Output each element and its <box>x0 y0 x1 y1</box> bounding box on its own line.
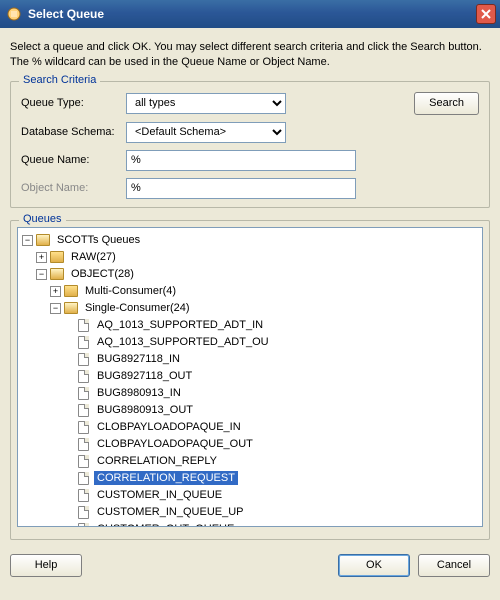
help-button[interactable]: Help <box>10 554 82 577</box>
window-title: Select Queue <box>28 7 476 21</box>
tree-node-single[interactable]: − Single-Consumer(24) <box>22 300 482 317</box>
expand-icon[interactable]: + <box>36 252 47 263</box>
app-icon <box>6 6 22 22</box>
queue-type-label: Queue Type: <box>21 97 126 109</box>
file-icon <box>78 370 89 383</box>
file-icon <box>78 336 89 349</box>
file-icon <box>78 319 89 332</box>
tree-node-label: OBJECT(28) <box>68 267 137 281</box>
tree-leaf-label: AQ_1013_SUPPORTED_ADT_IN <box>94 318 266 332</box>
file-icon <box>78 404 89 417</box>
tree-root[interactable]: − SCOTTs Queues <box>22 232 482 249</box>
close-icon <box>481 9 491 19</box>
tree-leaf[interactable]: CUSTOMER_IN_QUEUE <box>22 487 482 504</box>
queue-type-select[interactable]: all types <box>126 93 286 114</box>
instruction-text: Select a queue and click OK. You may sel… <box>10 40 490 71</box>
file-icon <box>78 506 89 519</box>
search-button[interactable]: Search <box>414 92 479 115</box>
tree-leaf-label: BUG8980913_IN <box>94 386 184 400</box>
file-icon <box>78 472 89 485</box>
folder-open-icon <box>64 302 78 314</box>
tree-leaf-label: CLOBPAYLOADOPAQUE_OUT <box>94 437 256 451</box>
collapse-icon[interactable]: − <box>50 303 61 314</box>
close-button[interactable] <box>476 4 496 24</box>
folder-icon <box>64 285 78 297</box>
tree-leaf-label: CORRELATION_REPLY <box>94 454 220 468</box>
tree-node-label: Single-Consumer(24) <box>82 301 193 315</box>
tree-leaf[interactable]: AQ_1013_SUPPORTED_ADT_OU <box>22 334 482 351</box>
tree-leaf[interactable]: BUG8980913_IN <box>22 385 482 402</box>
tree-leaf[interactable]: CORRELATION_REPLY <box>22 453 482 470</box>
tree-leaf-label: BUG8927118_OUT <box>94 369 195 383</box>
tree-leaf[interactable]: BUG8980913_OUT <box>22 402 482 419</box>
tree-leaf[interactable]: BUG8927118_IN <box>22 351 482 368</box>
cancel-button[interactable]: Cancel <box>418 554 490 577</box>
tree-leaf-label: AQ_1013_SUPPORTED_ADT_OU <box>94 335 272 349</box>
queues-group-label: Queues <box>19 213 66 225</box>
database-schema-select[interactable]: <Default Schema> <box>126 122 286 143</box>
queue-name-label: Queue Name: <box>21 154 126 166</box>
file-icon <box>78 455 89 468</box>
tree-node-label: RAW(27) <box>68 250 119 264</box>
search-group-label: Search Criteria <box>19 74 100 86</box>
tree-node-label: Multi-Consumer(4) <box>82 284 179 298</box>
tree-leaf[interactable]: BUG8927118_OUT <box>22 368 482 385</box>
ok-button[interactable]: OK <box>338 554 410 577</box>
collapse-icon[interactable]: − <box>36 269 47 280</box>
search-criteria-group: Search Criteria Queue Type: all types Se… <box>10 81 490 208</box>
tree-leaf[interactable]: CUSTOMER_OUT_QUEUE <box>22 521 482 527</box>
tree-leaf[interactable]: CLOBPAYLOADOPAQUE_IN <box>22 419 482 436</box>
tree-leaf-label: CUSTOMER_IN_QUEUE <box>94 488 225 502</box>
file-icon <box>78 489 89 502</box>
queue-name-input[interactable] <box>126 150 356 171</box>
tree-root-label: SCOTTs Queues <box>54 233 143 247</box>
queues-group: Queues − SCOTTs Queues + RAW(27) − OBJEC… <box>10 220 490 540</box>
file-icon <box>78 438 89 451</box>
tree-leaf-label: CUSTOMER_OUT_QUEUE <box>94 522 237 527</box>
tree-leaf-label: BUG8980913_OUT <box>94 403 196 417</box>
tree-leaf[interactable]: CORRELATION_REQUEST <box>22 470 482 487</box>
tree-leaf[interactable]: CUSTOMER_IN_QUEUE_UP <box>22 504 482 521</box>
tree-leaf-label: CORRELATION_REQUEST <box>94 471 238 485</box>
titlebar: Select Queue <box>0 0 500 28</box>
tree-leaf[interactable]: AQ_1013_SUPPORTED_ADT_IN <box>22 317 482 334</box>
tree-leaf[interactable]: CLOBPAYLOADOPAQUE_OUT <box>22 436 482 453</box>
tree-node-multi[interactable]: + Multi-Consumer(4) <box>22 283 482 300</box>
collapse-icon[interactable]: − <box>22 235 33 246</box>
file-icon <box>78 421 89 434</box>
tree-node-object[interactable]: − OBJECT(28) <box>22 266 482 283</box>
expand-icon[interactable]: + <box>50 286 61 297</box>
queues-tree[interactable]: − SCOTTs Queues + RAW(27) − OBJECT(28) + <box>17 227 483 527</box>
tree-node-raw[interactable]: + RAW(27) <box>22 249 482 266</box>
file-icon <box>78 353 89 366</box>
object-name-label: Object Name: <box>21 182 126 194</box>
folder-open-icon <box>50 268 64 280</box>
file-icon <box>78 387 89 400</box>
tree-leaf-label: BUG8927118_IN <box>94 352 183 366</box>
folder-open-icon <box>36 234 50 246</box>
tree-leaf-label: CUSTOMER_IN_QUEUE_UP <box>94 505 247 519</box>
folder-icon <box>50 251 64 263</box>
database-schema-label: Database Schema: <box>21 126 126 138</box>
tree-leaf-label: CLOBPAYLOADOPAQUE_IN <box>94 420 244 434</box>
dialog-footer: Help OK Cancel <box>0 548 500 585</box>
file-icon <box>78 523 89 527</box>
object-name-input[interactable] <box>126 178 356 199</box>
